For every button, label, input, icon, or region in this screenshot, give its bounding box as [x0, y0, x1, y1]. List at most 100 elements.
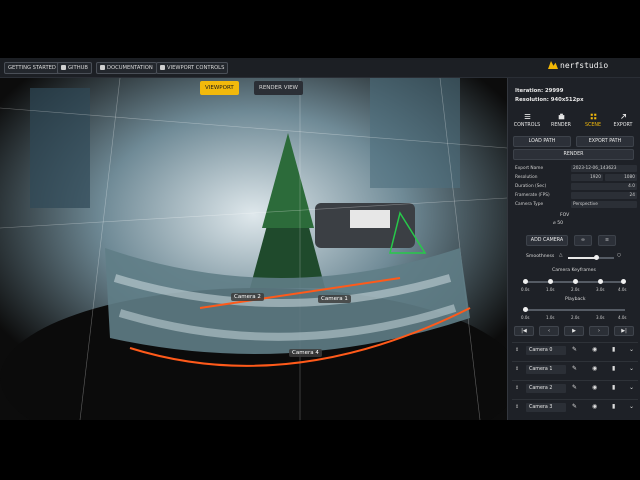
camera-name-input[interactable]: Camera 2	[526, 384, 566, 393]
step-back-button[interactable]: ‹	[539, 326, 559, 336]
duration-row: Duration (Sec) 4.0	[515, 183, 637, 190]
keyframe-marker[interactable]	[598, 279, 603, 284]
github-button[interactable]: GITHUB	[57, 62, 92, 74]
keyframes-track[interactable]	[523, 279, 626, 284]
play-button[interactable]: ▶	[564, 326, 584, 336]
delete-icon[interactable]: ▮	[612, 365, 615, 372]
framerate-row: Framerate (FPS) 24	[515, 192, 637, 199]
chevron-right-icon: ›	[598, 328, 600, 334]
keyframe-marker[interactable]	[621, 279, 626, 284]
duration-input[interactable]: 4.0	[571, 183, 637, 190]
document-icon	[100, 65, 105, 70]
delete-icon[interactable]: ▮	[612, 403, 615, 410]
viewport-controls-button[interactable]: VIEWPORT CONTROLS	[156, 62, 229, 74]
export-icon	[620, 113, 626, 119]
smoothness-label: Smoothness	[526, 254, 555, 259]
drag-handle-icon[interactable]: ⇕	[515, 366, 519, 372]
export-name-input[interactable]: 2023-12-06_143623	[571, 165, 637, 172]
camera-icon	[558, 113, 564, 120]
load-path-button[interactable]: LOAD PATH	[513, 136, 571, 147]
drag-handle-icon[interactable]: ⇕	[515, 347, 519, 353]
delete-icon[interactable]: ▮	[612, 384, 615, 391]
camera-type-row: Camera Type Perspective	[515, 201, 637, 209]
documentation-button[interactable]: DOCUMENTATION	[96, 62, 157, 74]
nerfstudio-logo: nerfstudio	[548, 61, 608, 70]
tab-export[interactable]: EXPORT	[608, 110, 638, 132]
edit-icon[interactable]: ✎	[572, 403, 577, 410]
chevron-down-icon[interactable]: ⌄	[629, 384, 634, 391]
chevron-left-icon: ‹	[548, 328, 550, 334]
window-panel	[30, 88, 90, 208]
camera-list-item[interactable]: ⇕ Camera 2 ✎ ◉ ▮ ⌄	[512, 380, 638, 396]
keyframe-tick: 4.0s	[618, 287, 627, 292]
playback-tick: 0.0s	[521, 315, 530, 320]
circle-icon: ○	[617, 253, 622, 258]
3d-viewport[interactable]: VIEWPORT RENDER VIEW Camera 2 Camera 1 C…	[0, 78, 507, 420]
playback-label: Playback	[565, 297, 586, 302]
playback-tick: 1.0s	[546, 315, 555, 320]
camera-type-select[interactable]: Perspective	[571, 201, 637, 208]
keyframe-tick: 1.0s	[546, 287, 555, 292]
chevron-down-icon[interactable]: ⌄	[629, 403, 634, 410]
skip-start-icon: |◀	[521, 328, 527, 334]
fov-input[interactable]: ⌀ 50	[553, 221, 563, 226]
resolution-height-input[interactable]: 1080	[605, 174, 637, 181]
smoothness-thumb[interactable]	[594, 255, 599, 260]
add-camera-button[interactable]: ADD CAMERA	[526, 235, 568, 246]
chevron-down-icon[interactable]: ⌄	[629, 365, 634, 372]
loop-button[interactable]: ∞	[574, 235, 592, 246]
edit-icon[interactable]: ✎	[572, 365, 577, 372]
render-button[interactable]: RENDER	[513, 149, 634, 160]
keyboard-icon	[160, 65, 165, 70]
grid-icon	[590, 113, 596, 120]
skip-end-icon: ▶|	[621, 328, 627, 334]
visibility-icon[interactable]: ◉	[592, 346, 597, 353]
keyframe-tick: 0.0s	[521, 287, 530, 292]
fov-label: FOV	[560, 213, 570, 218]
render-view-tab[interactable]: RENDER VIEW	[254, 81, 303, 95]
step-forward-button[interactable]: ›	[589, 326, 609, 336]
keyframe-marker[interactable]	[523, 279, 528, 284]
visibility-icon[interactable]: ◉	[592, 403, 597, 410]
visibility-icon[interactable]: ◉	[592, 365, 597, 372]
github-icon	[61, 65, 66, 70]
drag-handle-icon[interactable]: ⇕	[515, 404, 519, 410]
camera-label: Camera 1	[318, 295, 351, 303]
smoothness-slider[interactable]	[568, 255, 614, 260]
playback-tick: 4.0s	[618, 315, 627, 320]
getting-started-button[interactable]: GETTING STARTED	[4, 62, 60, 74]
camera-list-item[interactable]: ⇕ Camera 1 ✎ ◉ ▮ ⌄	[512, 361, 638, 377]
camera-name-input[interactable]: Camera 1	[526, 365, 566, 374]
export-path-button[interactable]: EXPORT PATH	[576, 136, 634, 147]
drag-handle-icon[interactable]: ⇕	[515, 385, 519, 391]
sliders-icon	[524, 113, 530, 120]
resolution-readout: Resolution: 940x512px	[515, 97, 584, 103]
panel-tabs: CONTROLS RENDER SCENE EXPORT	[508, 110, 640, 132]
camera-options-button[interactable]: ≡	[598, 235, 616, 246]
framerate-input[interactable]: 24	[571, 192, 637, 199]
chevron-down-icon[interactable]: ⌄	[629, 346, 634, 353]
tab-controls[interactable]: CONTROLS	[512, 110, 542, 132]
tab-render[interactable]: RENDER	[546, 110, 576, 132]
camera-name-input[interactable]: Camera 3	[526, 403, 566, 412]
resolution-width-input[interactable]: 1920	[571, 174, 603, 181]
tab-scene[interactable]: SCENE	[578, 110, 608, 132]
camera-list-item[interactable]: ⇕ Camera 0 ✎ ◉ ▮ ⌄	[512, 342, 638, 358]
viewport-tab[interactable]: VIEWPORT	[200, 81, 239, 95]
skip-start-button[interactable]: |◀	[514, 326, 534, 336]
edit-icon[interactable]: ✎	[572, 346, 577, 353]
playback-thumb[interactable]	[523, 307, 528, 312]
keyframes-label: Camera Keyframes	[552, 268, 596, 273]
skip-end-button[interactable]: ▶|	[614, 326, 634, 336]
playback-slider[interactable]	[523, 307, 625, 312]
resolution-row: Resolution 1920 1080	[515, 174, 637, 181]
camera-list-item[interactable]: ⇕ Camera 3 ✎ ◉ ▮ ⌄	[512, 399, 638, 415]
keyframe-marker[interactable]	[548, 279, 553, 284]
camera-name-input[interactable]: Camera 0	[526, 346, 566, 355]
visibility-icon[interactable]: ◉	[592, 384, 597, 391]
keyframe-marker[interactable]	[573, 279, 578, 284]
edit-icon[interactable]: ✎	[572, 384, 577, 391]
camera-label: Camera 2	[231, 293, 264, 301]
delete-icon[interactable]: ▮	[612, 346, 615, 353]
table	[350, 210, 390, 228]
